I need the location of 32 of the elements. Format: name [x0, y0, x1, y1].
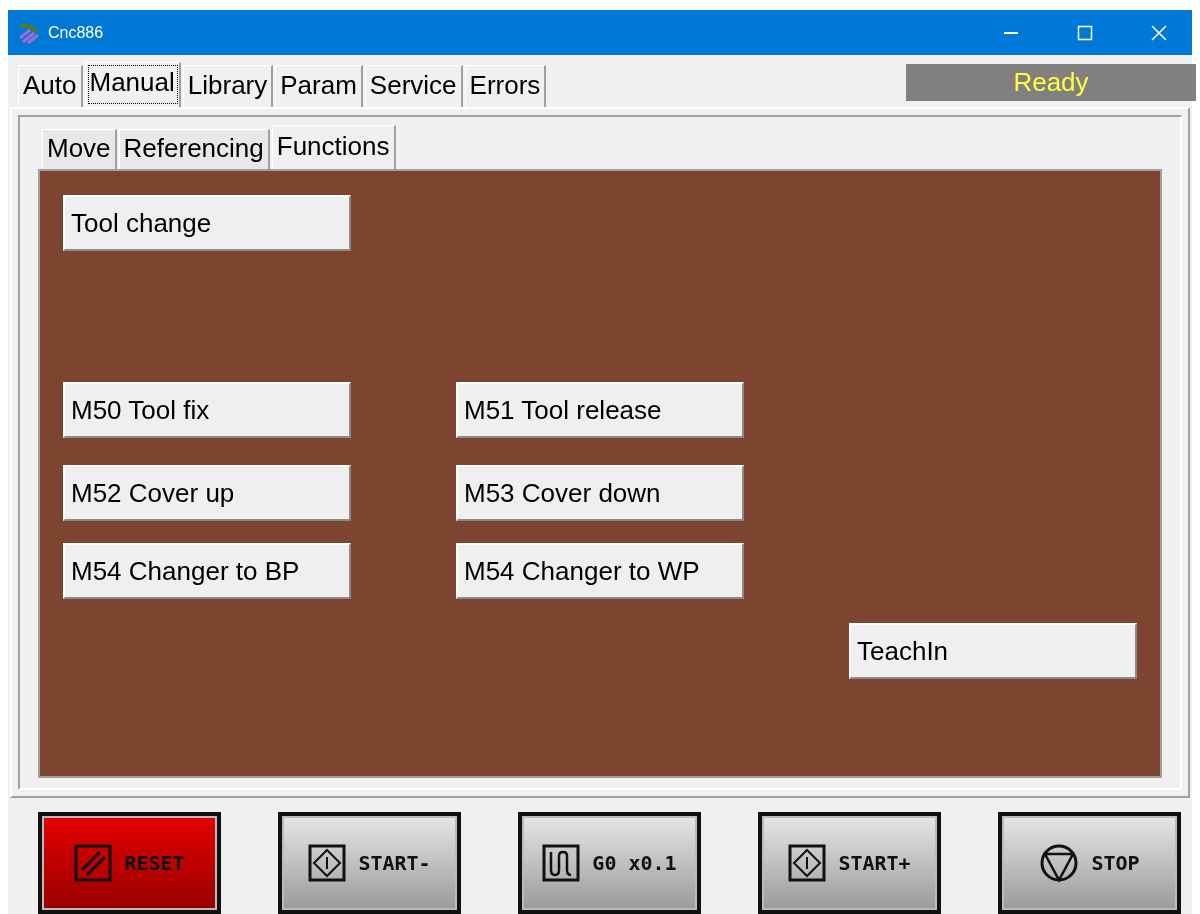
start-button[interactable]: START- [278, 812, 461, 914]
app-icon [18, 21, 40, 44]
function-button[interactable]: Tool change [63, 195, 351, 252]
function-button[interactable]: M53 Cover down [456, 465, 744, 522]
rapid-button[interactable]: G0 x0.1 [518, 812, 701, 914]
tab[interactable]: Functions [271, 125, 396, 170]
function-button[interactable]: M52 Cover up [63, 465, 351, 522]
function-button[interactable]: M51 Tool release [456, 382, 744, 439]
stop-icon [1039, 843, 1080, 883]
tab[interactable]: Library [182, 65, 274, 108]
start-icon [308, 844, 347, 882]
stop-button[interactable]: STOP [998, 812, 1181, 914]
window-title: Cnc886 [48, 23, 105, 42]
reset-icon [74, 844, 113, 882]
tab[interactable]: Param [275, 65, 363, 108]
function-button[interactable]: M54 Changer to WP [456, 543, 744, 600]
tab[interactable]: Referencing [118, 129, 270, 170]
wave-icon [542, 844, 581, 882]
minimize-icon [1003, 31, 1019, 34]
function-button[interactable]: M50 Tool fix [63, 382, 351, 439]
function-button[interactable]: M54 Changer to BP [63, 543, 351, 600]
status-indicator: Ready [906, 64, 1196, 102]
tab[interactable]: Move [42, 129, 117, 170]
start-icon [788, 844, 827, 882]
tab[interactable]: Auto [18, 65, 83, 108]
close-icon [1151, 24, 1167, 41]
maximize-icon [1077, 24, 1093, 41]
function-button[interactable]: TeachIn [849, 623, 1137, 680]
tab[interactable]: Errors [464, 65, 547, 108]
tab[interactable]: Manual [84, 62, 181, 108]
tab[interactable]: Service [364, 65, 463, 108]
start-button[interactable]: START+ [758, 812, 941, 914]
